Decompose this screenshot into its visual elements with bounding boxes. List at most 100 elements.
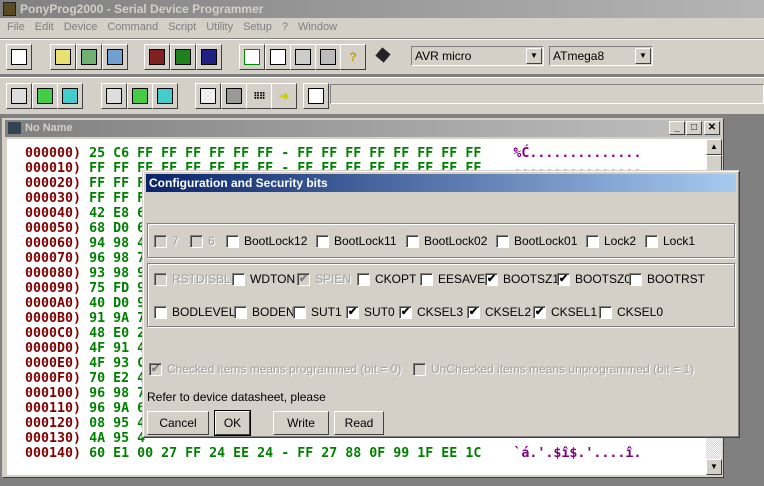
checkbox-label: BODEN [252, 305, 295, 319]
checkbox-bootsz0[interactable]: ✔ BOOTSZ0 [557, 272, 631, 286]
checkbox-cksel3[interactable]: ✔ CKSEL3 [399, 305, 463, 319]
checkbox-box[interactable]: ✔ [399, 305, 412, 319]
open-program-button[interactable] [76, 44, 102, 70]
checkbox-box[interactable] [629, 272, 642, 286]
cancel-button[interactable]: Cancel [147, 411, 209, 435]
reload-button[interactable] [239, 44, 265, 70]
read-all-button[interactable] [6, 83, 32, 109]
checkbox-bootlock12[interactable]: BootLock12 [226, 234, 307, 248]
read-program-button[interactable] [32, 83, 58, 109]
close-button[interactable]: ✕ [704, 121, 720, 135]
menu-help[interactable]: ? [277, 18, 293, 38]
write-program-button[interactable] [127, 83, 153, 109]
checkbox-label: CKSEL3 [417, 305, 464, 319]
open-button[interactable] [50, 44, 76, 70]
print-button[interactable] [290, 44, 316, 70]
program-button[interactable]: ➔ [271, 83, 297, 109]
checkbox-box[interactable] [645, 234, 658, 248]
checkbox-bootlock11[interactable]: BootLock11 [316, 234, 397, 248]
scroll-up-button[interactable]: ▲ [706, 139, 722, 155]
checkbox-bodlevel[interactable]: BODLEVEL [154, 305, 235, 319]
checkbox-box[interactable] [586, 234, 599, 248]
edit-note-button[interactable] [265, 44, 291, 70]
checkbox-label: Lock2 [604, 234, 637, 248]
menu-device[interactable]: Device [59, 18, 103, 38]
write-button[interactable]: Write [273, 411, 329, 435]
checkbox-box[interactable] [293, 305, 306, 319]
checkbox-box[interactable] [357, 272, 370, 286]
write-all-button[interactable] [101, 83, 127, 109]
checkbox-box[interactable]: ✔ [533, 305, 546, 319]
menu-script[interactable]: Script [163, 18, 201, 38]
open-data-button[interactable] [102, 44, 128, 70]
checkbox-box[interactable] [420, 272, 433, 286]
menu-edit[interactable]: Edit [30, 18, 59, 38]
write-data-button[interactable] [152, 83, 178, 109]
maximize-button[interactable]: □ [686, 121, 702, 135]
save-program-button[interactable] [170, 44, 196, 70]
checkbox-box[interactable] [599, 305, 612, 319]
checkbox-cksel1[interactable]: ✔ CKSEL1 [533, 305, 597, 319]
chevron-down-icon[interactable]: ▼ [635, 48, 651, 64]
checkbox-ckopt[interactable]: CKOPT [357, 272, 416, 286]
checkbox-box[interactable]: ✔ [346, 305, 359, 319]
checkbox-boden[interactable]: BODEN [234, 305, 295, 319]
ok-button[interactable]: OK [214, 410, 251, 436]
checkbox-box[interactable] [154, 305, 167, 319]
checkbox-box[interactable]: ✔ [557, 272, 570, 286]
minimize-button[interactable]: _ [669, 121, 685, 135]
setup-button[interactable] [315, 44, 341, 70]
checkbox-sut0[interactable]: ✔ SUT0 [346, 305, 395, 319]
menu-window[interactable]: Window [293, 18, 342, 38]
save-data-button[interactable] [196, 44, 222, 70]
checkbox-box[interactable] [316, 234, 329, 248]
device-model-select[interactable]: ATmega8 ▼ [549, 46, 653, 66]
menu-setup[interactable]: Setup [238, 18, 277, 38]
child-title-bar[interactable]: No Name [5, 120, 721, 137]
scroll-down-button[interactable]: ▼ [706, 459, 722, 475]
row-address: 0000B0) [25, 311, 82, 326]
scroll-thumb[interactable] [706, 155, 722, 171]
checkbox-box[interactable] [232, 272, 245, 286]
help-button[interactable]: ? [340, 44, 366, 70]
dialog-title-bar[interactable]: Configuration and Security bits [146, 174, 736, 192]
checkbox-box[interactable] [406, 234, 419, 248]
checkbox-label: CKSEL0 [617, 305, 664, 319]
erase-button[interactable] [195, 83, 221, 109]
checkbox-box[interactable] [234, 305, 247, 319]
save-button[interactable] [144, 44, 170, 70]
checkbox-wdton[interactable]: WDTON [232, 272, 295, 286]
checkbox-box[interactable]: ✔ [485, 272, 498, 286]
device-family-select[interactable]: AVR micro ▼ [411, 46, 544, 66]
new-window-button[interactable] [6, 44, 32, 70]
row-hex: 96 9A 6 [89, 401, 146, 416]
checkbox-lock1[interactable]: Lock1 [645, 234, 695, 248]
checkbox-bootlock02[interactable]: BootLock02 [406, 234, 487, 248]
checkbox-box[interactable] [226, 234, 239, 248]
read-button[interactable]: Read [334, 411, 384, 435]
checkbox-bootlock01[interactable]: BootLock01 [496, 234, 577, 248]
script-edit-icon [308, 88, 324, 104]
menu-utility[interactable]: Utility [201, 18, 238, 38]
row-address: 000100) [25, 386, 82, 401]
checkbox-spien: ✔ SPIEN [297, 272, 351, 286]
menu-file[interactable]: File [2, 18, 30, 38]
checkbox-cksel2[interactable]: ✔ CKSEL2 [467, 305, 531, 319]
checkbox-bootsz1[interactable]: ✔ BOOTSZ1 [485, 272, 559, 286]
checkbox-eesave[interactable]: EESAVE [420, 272, 485, 286]
menu-command[interactable]: Command [102, 18, 163, 38]
checkbox-bootrst[interactable]: BOOTRST [629, 272, 705, 286]
serial-number-button[interactable]: ⠿⠿ [246, 83, 272, 109]
checkbox-box[interactable] [496, 234, 509, 248]
security-button[interactable] [221, 83, 247, 109]
note-icon [270, 49, 286, 65]
read-data-icon [62, 88, 78, 104]
read-data-button[interactable] [57, 83, 83, 109]
checkbox-box [154, 272, 167, 286]
edit-script-button[interactable] [303, 83, 329, 109]
chevron-down-icon[interactable]: ▼ [526, 48, 542, 64]
checkbox-sut1[interactable]: SUT1 [293, 305, 342, 319]
checkbox-cksel0[interactable]: CKSEL0 [599, 305, 663, 319]
checkbox-lock2[interactable]: Lock2 [586, 234, 636, 248]
checkbox-box[interactable]: ✔ [467, 305, 480, 319]
